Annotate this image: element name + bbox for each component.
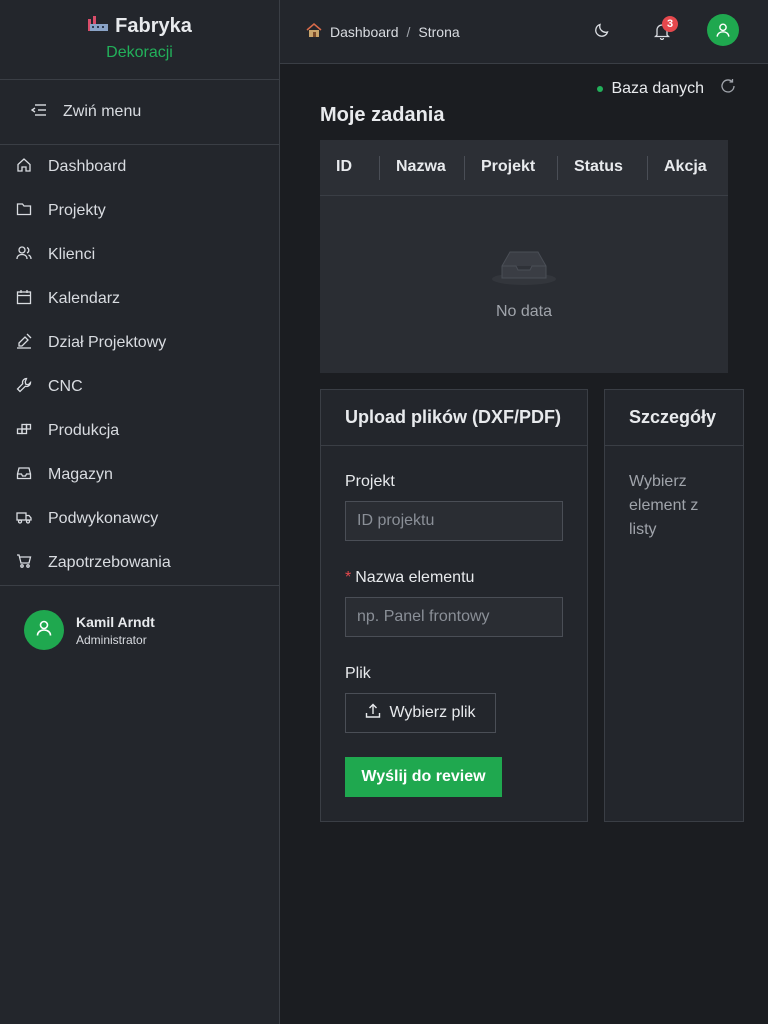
refresh-icon[interactable] [720, 78, 736, 99]
upload-card-title: Upload plików (DXF/PDF) [321, 390, 587, 446]
header-avatar[interactable] [707, 14, 739, 46]
column-akcja[interactable]: Akcja [664, 158, 707, 176]
breadcrumb-separator: / [406, 23, 411, 40]
sidebar-item-zapotrzebowania[interactable]: Zapotrzebowania [0, 541, 279, 585]
sidebar-item-label: Dział Projektowy [48, 334, 167, 351]
sidebar-item-klienci[interactable]: Klienci [0, 233, 279, 277]
brand-title: Fabryka [87, 13, 192, 39]
user-role: Administrator [76, 632, 147, 647]
notification-badge: 3 [662, 16, 678, 32]
sidebar-item-label: Projekty [48, 202, 106, 219]
column-projekt[interactable]: Projekt [481, 158, 535, 176]
sidebar-item-label: Klienci [48, 246, 96, 263]
sidebar-nav: Dashboard Projekty Klienci Kalendarz Dzi… [0, 145, 279, 585]
sidebar-item-label: Podwykonawcy [48, 510, 159, 527]
upload-card: Upload plików (DXF/PDF) Projekt *Nazwa e… [320, 389, 588, 822]
sidebar-item-produkcja[interactable]: Produkcja [0, 409, 279, 453]
db-status-label: Baza danych [611, 79, 704, 97]
sidebar-item-kalendarz[interactable]: Kalendarz [0, 277, 279, 321]
user-name: Kamil Arndt [76, 613, 155, 630]
notifications-bell-icon[interactable]: 3 [653, 16, 678, 45]
sidebar: Fabryka Dekoracji Zwiń menu Dashboard Pr… [0, 0, 280, 1024]
column-divider [464, 156, 465, 180]
breadcrumb: Dashboard / Strona [306, 23, 460, 40]
user-profile[interactable]: Kamil Arndt Administrator [0, 586, 279, 650]
upload-icon [365, 703, 381, 724]
file-label: Plik [345, 665, 371, 682]
empty-state: No data [320, 244, 728, 321]
breadcrumb-dashboard[interactable]: Dashboard [330, 24, 399, 40]
collapse-menu-button[interactable]: Zwiń menu [0, 80, 279, 145]
avatar [24, 610, 64, 650]
sidebar-item-label: Zapotrzebowania [48, 554, 171, 571]
choose-file-label: Wybierz plik [389, 704, 476, 721]
breadcrumb-current: Strona [418, 23, 460, 40]
sidebar-item-projekty[interactable]: Projekty [0, 189, 279, 233]
theme-toggle-moon-icon[interactable] [594, 22, 610, 43]
house-icon [306, 23, 322, 40]
wrench-icon [16, 377, 32, 398]
blocks-icon [16, 421, 32, 442]
brand: Fabryka Dekoracji [0, 0, 279, 80]
sidebar-item-dashboard[interactable]: Dashboard [0, 145, 279, 189]
sidebar-item-cnc[interactable]: CNC [0, 365, 279, 409]
factory-icon [87, 13, 109, 39]
folder-icon [16, 201, 32, 222]
sidebar-item-label: Produkcja [48, 422, 120, 439]
brand-subtitle: Dekoracji [106, 44, 173, 61]
avatar [707, 14, 739, 46]
design-icon [16, 333, 32, 354]
calendar-icon [16, 289, 32, 310]
users-icon [16, 245, 32, 266]
details-card-title: Szczegóły [605, 390, 743, 446]
inbox-icon [16, 465, 32, 486]
empty-box-icon [492, 251, 556, 290]
column-divider [557, 156, 558, 180]
collapse-menu-label: Zwiń menu [63, 103, 142, 120]
project-label: Projekt [345, 473, 395, 490]
column-divider [647, 156, 648, 180]
details-card: Szczegóły Wybierz element z listy [604, 389, 744, 822]
details-placeholder: Wybierz element z listy [629, 473, 699, 538]
home-icon [16, 157, 32, 178]
sidebar-item-label: CNC [48, 378, 83, 395]
choose-file-button[interactable]: Wybierz plik [345, 693, 496, 733]
sidebar-item-label: Magazyn [48, 466, 113, 483]
table-header: ID Nazwa Projekt Status Akcja [320, 140, 728, 196]
sidebar-item-dzial-projektowy[interactable]: Dział Projektowy [0, 321, 279, 365]
column-status[interactable]: Status [574, 158, 623, 176]
element-name-label-text: Nazwa elementu [355, 569, 475, 586]
empty-text: No data [495, 303, 553, 320]
sidebar-item-label: Kalendarz [48, 290, 121, 307]
column-nazwa[interactable]: Nazwa [396, 158, 446, 176]
top-header: Dashboard / Strona 3 [280, 0, 768, 64]
sidebar-item-magazyn[interactable]: Magazyn [0, 453, 279, 497]
sidebar-item-label: Dashboard [48, 158, 127, 175]
menu-fold-icon [30, 103, 47, 122]
element-name-label: * Nazwa elementu [345, 569, 474, 587]
column-divider [379, 156, 380, 180]
cart-icon [16, 553, 32, 574]
tasks-title: Moje zadania [320, 104, 445, 126]
db-status: Baza danych [597, 78, 736, 99]
project-id-input[interactable] [345, 501, 563, 541]
column-id[interactable]: ID [336, 158, 352, 176]
submit-review-button[interactable]: Wyślij do review [345, 757, 502, 797]
element-name-input[interactable] [345, 597, 563, 637]
status-dot [597, 85, 604, 92]
user-icon [35, 619, 53, 642]
truck-icon [16, 509, 32, 530]
brand-name: Fabryka [115, 14, 192, 37]
tasks-table: ID Nazwa Projekt Status Akcja No data [320, 140, 728, 373]
sidebar-item-podwykonawcy[interactable]: Podwykonawcy [0, 497, 279, 541]
required-asterisk: * [345, 569, 352, 586]
